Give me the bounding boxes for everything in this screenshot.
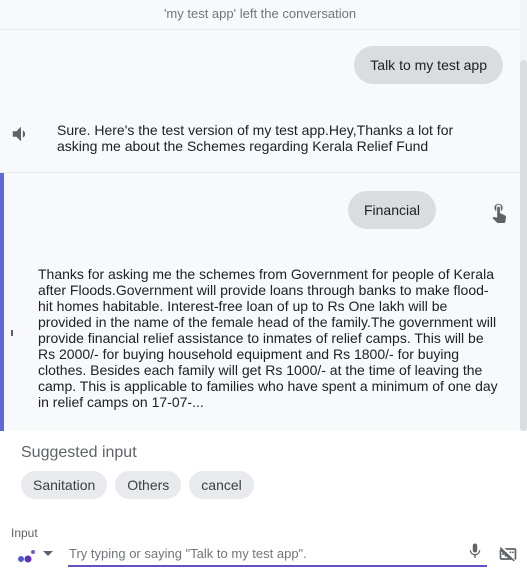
query-input[interactable]: [68, 540, 487, 567]
user-message: Talk to my test app: [354, 46, 503, 84]
system-note-text: 'my test app' left the conversation: [163, 6, 357, 21]
suggestion-chip-cancel[interactable]: cancel: [189, 471, 254, 499]
system-note: 'my test app' left the conversation: [0, 0, 520, 30]
chevron-down-icon[interactable]: [42, 549, 54, 559]
assistant-dots-icon[interactable]: [17, 547, 39, 563]
input-label: Input: [11, 526, 38, 540]
scrollbar-thumb[interactable]: [520, 60, 527, 431]
suggestion-chip-sanitation[interactable]: Sanitation: [21, 471, 108, 499]
conversation-turn-selected[interactable]: Thanks for asking me the schemes from Go…: [0, 173, 520, 431]
volume-icon[interactable]: [10, 123, 32, 145]
input-area: Input: [0, 511, 527, 580]
mic-icon[interactable]: [466, 541, 484, 561]
suggestions-title: Suggested input: [21, 444, 137, 461]
suggestion-chip-others[interactable]: Others: [115, 471, 182, 499]
scroll-marker: [11, 330, 13, 336]
agent-response: Sure. Here's the test version of my test…: [57, 122, 454, 154]
agent-response: Thanks for asking me the schemes from Go…: [38, 266, 498, 410]
user-message: Financial: [347, 191, 436, 229]
conversation-panel[interactable]: 'my test app' left the conversation Sure…: [0, 0, 527, 431]
keyboard-off-icon[interactable]: [497, 544, 519, 564]
suggestions-panel: Suggested input Sanitation Others cancel: [0, 431, 527, 511]
touch-icon[interactable]: [488, 200, 510, 224]
suggestion-chips: Sanitation Others cancel: [21, 471, 254, 499]
